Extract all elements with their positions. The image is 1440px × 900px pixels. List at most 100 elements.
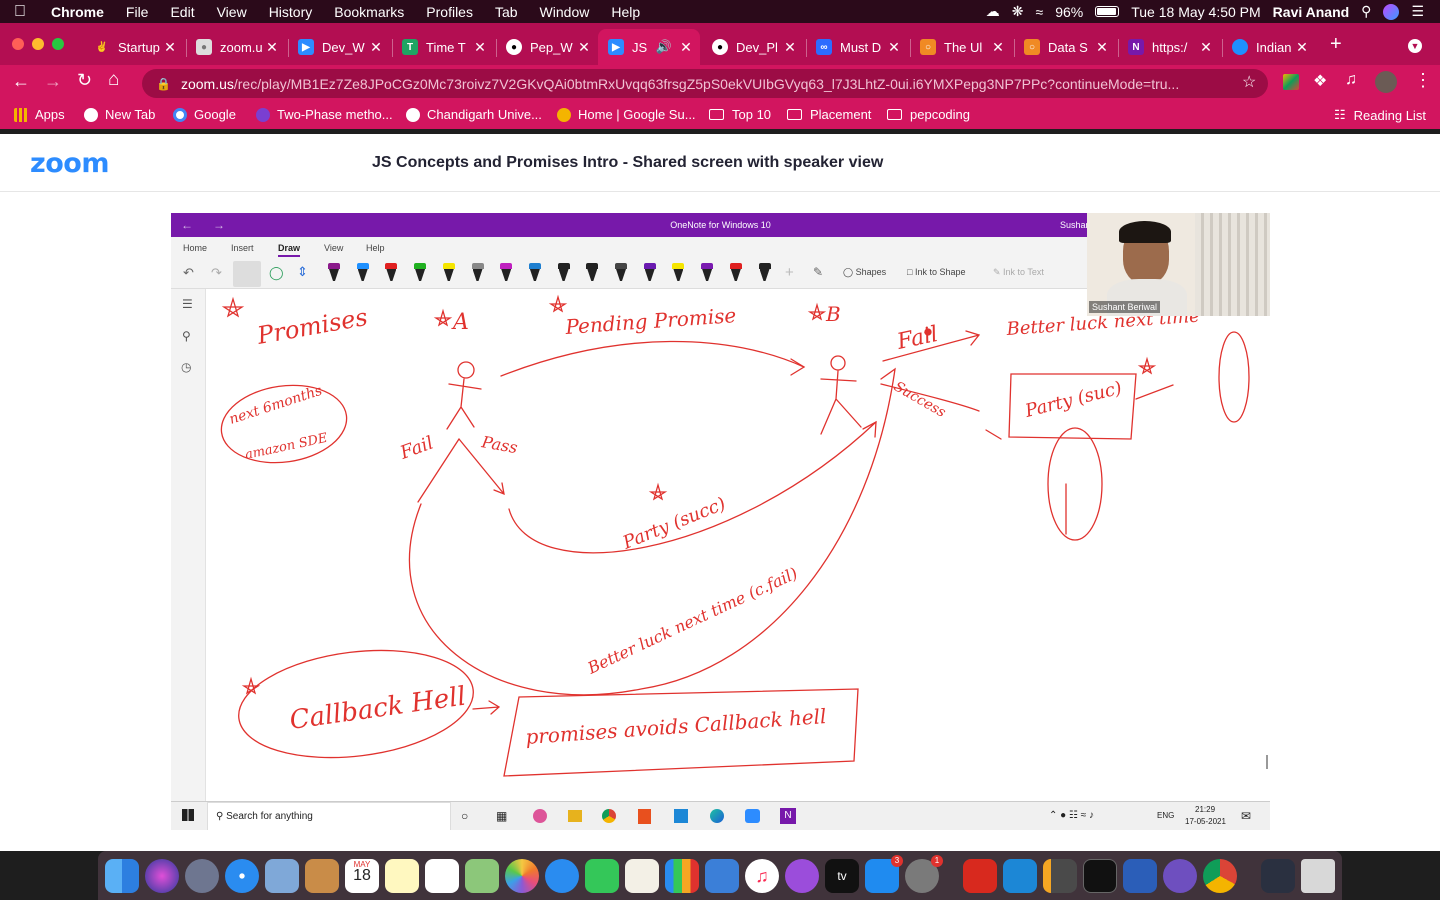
music-icon[interactable]: ♫	[745, 859, 779, 893]
menu-history[interactable]: History	[258, 4, 324, 20]
tab-pep-w[interactable]: ● Pep_W ✕	[496, 29, 598, 65]
system-preferences-icon[interactable]: 1	[905, 855, 943, 893]
app-store-icon[interactable]: 3	[865, 855, 903, 893]
close-tab-icon[interactable]: ✕	[472, 39, 488, 56]
bookmark-new-tab[interactable]: New Tab	[84, 107, 155, 122]
media-control-icon[interactable]: ♫	[1345, 71, 1357, 89]
keynote-icon[interactable]	[705, 859, 739, 893]
close-tab-icon[interactable]: ✕	[1198, 39, 1214, 56]
numbers-icon[interactable]	[665, 859, 699, 893]
siri-icon[interactable]	[1383, 3, 1400, 20]
menu-file[interactable]: File	[115, 4, 160, 20]
tab-dev-pl[interactable]: ● Dev_Pl ✕	[702, 29, 804, 65]
close-tab-icon[interactable]: ✕	[1294, 39, 1310, 56]
apple-tv-icon[interactable]: tv	[825, 859, 859, 893]
terminal-icon[interactable]	[1083, 859, 1117, 893]
chrome-icon[interactable]	[1203, 859, 1237, 893]
close-tab-icon[interactable]: ✕	[678, 39, 694, 56]
tab-startup[interactable]: ✌ Startup ✕	[84, 29, 184, 65]
bookmark-two-phase[interactable]: Two-Phase metho...	[256, 107, 393, 122]
close-tab-icon[interactable]: ✕	[886, 39, 902, 56]
siri-icon[interactable]	[145, 859, 179, 893]
facetime-icon[interactable]	[585, 859, 619, 893]
menu-edit[interactable]: Edit	[159, 4, 205, 20]
tab-search-chevron-icon[interactable]: ▼	[1408, 39, 1422, 53]
bookmark-google[interactable]: Google	[173, 107, 236, 122]
cloud-icon[interactable]: ☁	[986, 3, 1000, 20]
bookmark-top10[interactable]: Top 10	[709, 107, 771, 122]
lock-icon[interactable]: 🔒	[156, 77, 171, 91]
close-tab-icon[interactable]: ✕	[782, 39, 798, 56]
close-window-button[interactable]	[12, 38, 24, 50]
close-tab-icon[interactable]: ✕	[162, 39, 178, 56]
menu-tab[interactable]: Tab	[484, 4, 529, 20]
acrobat-icon[interactable]	[963, 859, 997, 893]
zoom-window-button[interactable]	[52, 38, 64, 50]
bookmark-apps[interactable]: Apps	[14, 107, 65, 122]
extension-icon[interactable]	[1283, 74, 1299, 90]
back-arrow-icon[interactable]: ←	[12, 71, 30, 92]
calendar-icon[interactable]: MAY 18	[345, 859, 379, 893]
address-bar[interactable]: 🔒 zoom.us/rec/play/MB1Ez7Ze8JPoCGz0Mc73r…	[142, 69, 1268, 98]
tab-https[interactable]: N https:/ ✕	[1118, 29, 1220, 65]
contacts-icon[interactable]	[305, 859, 339, 893]
profile-avatar[interactable]	[1375, 71, 1397, 93]
reading-list-button[interactable]: ☷ Reading List	[1334, 107, 1426, 123]
fan-icon[interactable]: ❋	[1012, 3, 1024, 20]
menu-window[interactable]: Window	[529, 4, 601, 20]
battery-icon[interactable]	[1095, 6, 1120, 17]
word-icon[interactable]	[1123, 859, 1157, 893]
podcasts-icon[interactable]	[785, 859, 819, 893]
launchpad-icon[interactable]	[185, 859, 219, 893]
tab-must-d[interactable]: ∞ Must D ✕	[806, 29, 908, 65]
apple-menu-icon[interactable]: 	[0, 3, 40, 21]
finder-icon[interactable]	[105, 859, 139, 893]
bookmark-star-icon[interactable]: ☆	[1242, 72, 1256, 92]
menu-profiles[interactable]: Profiles	[415, 4, 484, 20]
notes-icon[interactable]	[385, 859, 419, 893]
sublime-text-icon[interactable]	[1043, 859, 1077, 893]
vscode-icon[interactable]	[1003, 859, 1037, 893]
chrome-menu-icon[interactable]: ⋮	[1414, 70, 1432, 91]
bookmark-placement[interactable]: Placement	[787, 107, 871, 122]
tab-time-t[interactable]: T Time T ✕	[392, 29, 494, 65]
messages-icon[interactable]	[545, 859, 579, 893]
wifi-icon[interactable]: ≈	[1036, 4, 1044, 20]
close-tab-icon[interactable]: ✕	[990, 39, 1006, 56]
close-tab-icon[interactable]: ✕	[1094, 39, 1110, 56]
close-tab-icon[interactable]: ✕	[576, 39, 592, 56]
speaker-video[interactable]: Sushant Beriwal	[1087, 213, 1270, 316]
spotlight-search-icon[interactable]: ⚲	[1361, 3, 1371, 20]
bookmark-chandigarh[interactable]: Chandigarh Unive...	[406, 107, 542, 122]
mail-icon[interactable]	[265, 859, 299, 893]
clock[interactable]: Tue 18 May 4:50 PM	[1131, 4, 1260, 20]
zoom-logo[interactable]: zoom	[30, 148, 109, 179]
menu-help[interactable]: Help	[600, 4, 651, 20]
github-desktop-icon[interactable]	[1163, 859, 1197, 893]
bookmark-google-su[interactable]: Home | Google Su...	[557, 107, 696, 122]
close-tab-icon[interactable]: ✕	[368, 39, 384, 56]
tab-the-ul[interactable]: ○ The Ul ✕	[910, 29, 1012, 65]
maps-icon[interactable]	[465, 859, 499, 893]
pages-icon[interactable]	[625, 859, 659, 893]
trash-icon[interactable]	[1301, 859, 1335, 893]
menu-app-name[interactable]: Chrome	[40, 4, 115, 20]
close-tab-icon[interactable]: ✕	[264, 39, 280, 56]
menu-view[interactable]: View	[206, 4, 258, 20]
photos-icon[interactable]	[505, 859, 539, 893]
bookmark-pepcoding[interactable]: pepcoding	[887, 107, 970, 122]
tab-dev-w[interactable]: ▶ Dev_W ✕	[288, 29, 390, 65]
downloads-stack-icon[interactable]	[1261, 859, 1295, 893]
menu-bookmarks[interactable]: Bookmarks	[323, 4, 415, 20]
reload-icon[interactable]: ↻	[77, 70, 92, 91]
new-tab-button[interactable]: +	[1330, 33, 1342, 56]
control-center-icon[interactable]: ☰	[1411, 3, 1424, 20]
reminders-icon[interactable]	[425, 859, 459, 893]
minimize-window-button[interactable]	[32, 38, 44, 50]
tab-js-active[interactable]: ▶ JS 🔊 ✕	[598, 29, 700, 65]
tab-indian[interactable]: Indian ✕	[1222, 29, 1316, 65]
home-icon[interactable]: ⌂	[108, 69, 119, 91]
safari-icon[interactable]	[225, 859, 259, 893]
forward-arrow-icon[interactable]: →	[44, 71, 62, 92]
tab-zoom-u[interactable]: ● zoom.u ✕	[186, 29, 286, 65]
